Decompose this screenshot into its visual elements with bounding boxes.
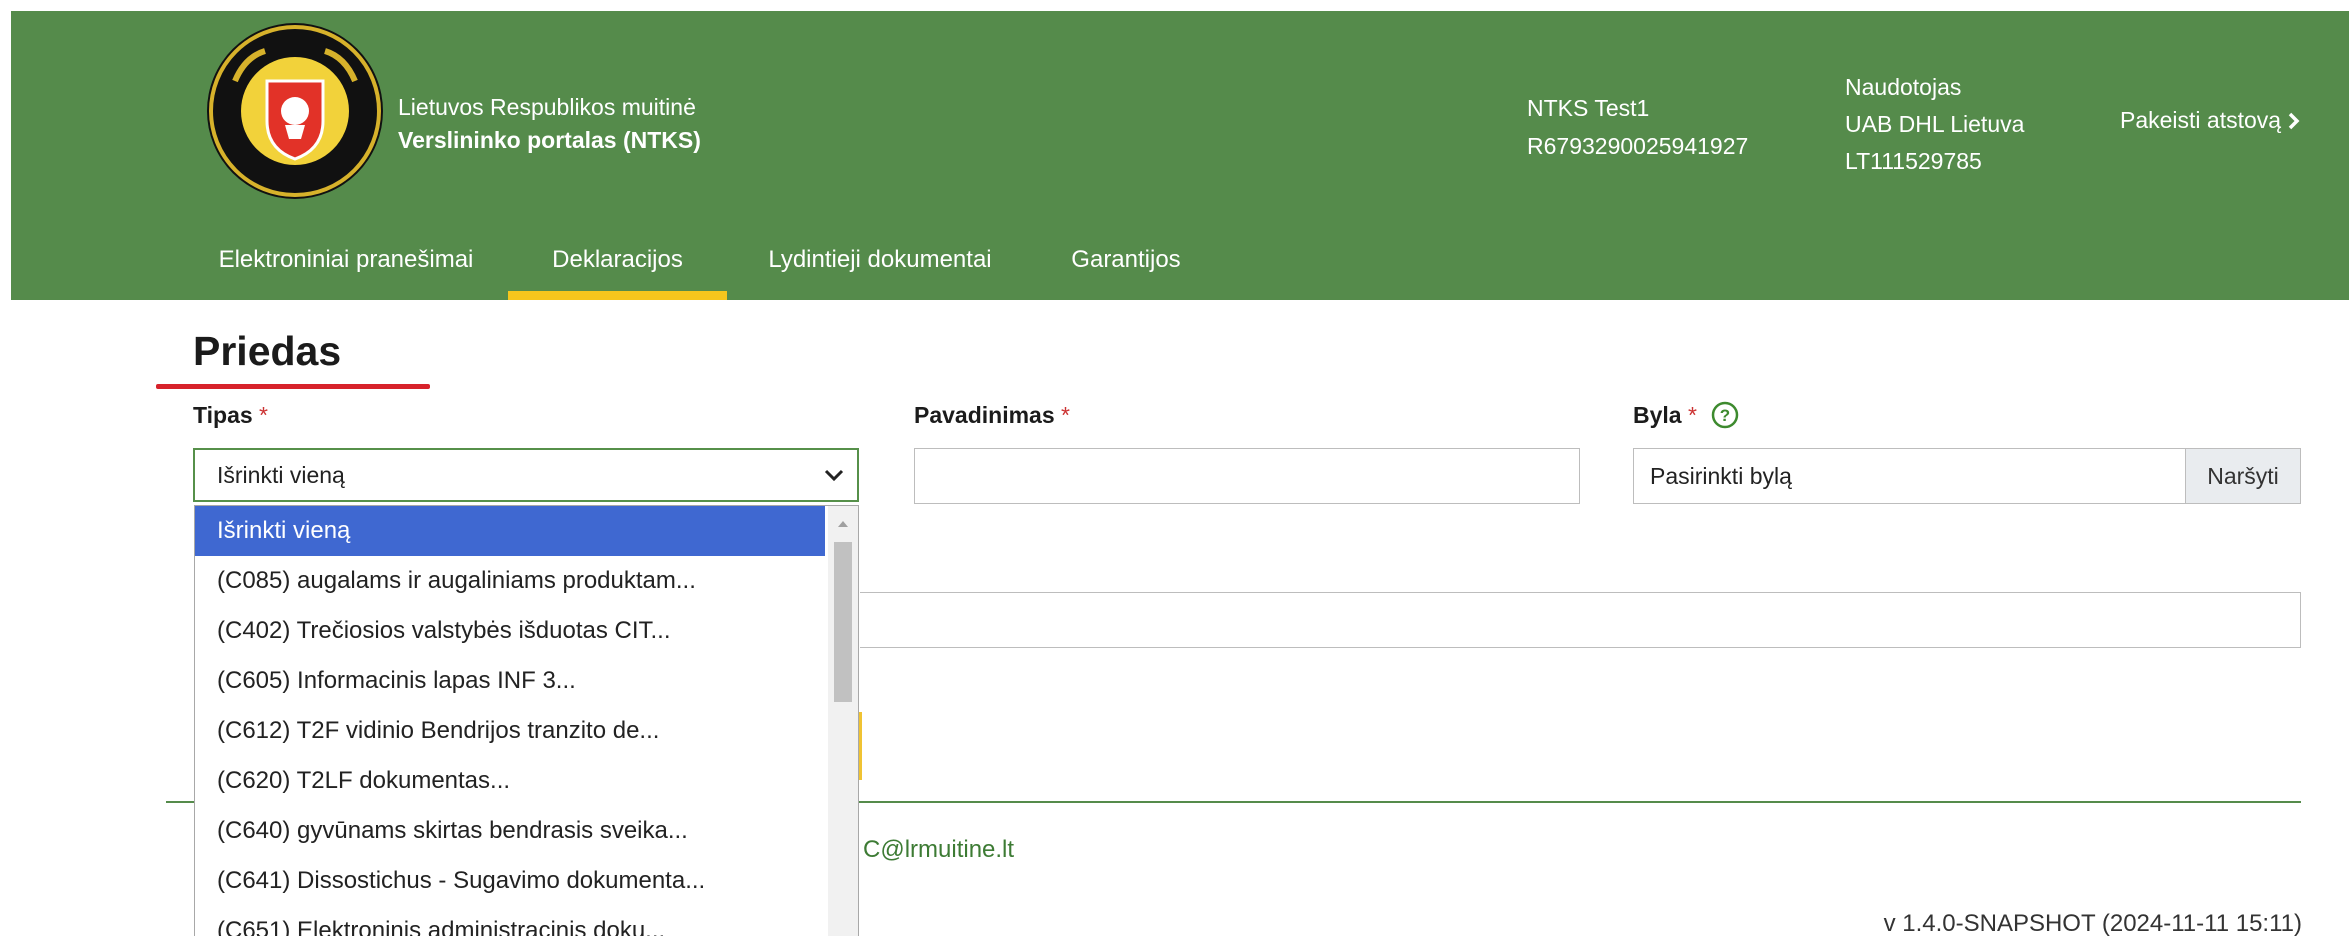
svg-text:?: ? <box>1720 406 1730 425</box>
file-label: Byla * ? <box>1633 401 1739 431</box>
file-input-placeholder: Pasirinkti bylą <box>1650 463 1792 489</box>
help-icon[interactable]: ? <box>1711 401 1739 429</box>
description-input[interactable] <box>860 592 2301 648</box>
file-input[interactable]: Pasirinkti bylą Naršyti <box>1633 448 2301 504</box>
user-code: LT111529785 <box>1845 148 1982 174</box>
browse-button[interactable]: Naršyti <box>2185 449 2300 503</box>
ntks-code: R6793290025941927 <box>1527 133 1749 159</box>
customs-logo[interactable] <box>205 21 385 201</box>
ntks-info: NTKS Test1 R6793290025941927 <box>1527 89 1748 165</box>
org-name: Lietuvos Respublikos muitinė <box>398 94 696 120</box>
dropdown-option[interactable]: (C641) Dissostichus - Sugavimo dokumenta… <box>195 856 825 906</box>
dropdown-option[interactable]: (C402) Trečiosios valstybės išduotas CIT… <box>195 606 825 656</box>
version-text: v 1.4.0-SNAPSHOT (2024-11-11 15:11) <box>1883 910 2302 936</box>
chevron-right-icon <box>2288 112 2300 129</box>
tab-garantijos[interactable]: Garantijos <box>1060 239 1192 300</box>
user-info: Naudotojas UAB DHL Lietuva LT111529785 <box>1845 69 2024 180</box>
chevron-down-icon <box>824 469 844 482</box>
file-label-text: Byla <box>1633 402 1682 428</box>
type-dropdown-list[interactable]: Išrinkti vieną (C085) augalams ir augali… <box>194 505 859 936</box>
scroll-up-arrow-icon[interactable] <box>837 520 849 528</box>
dropdown-option[interactable]: (C651) Elektroninis administracinis doku… <box>195 906 825 936</box>
scrollbar-thumb[interactable] <box>834 542 852 702</box>
portal-name: Verslininko portalas (NTKS) <box>398 127 701 153</box>
change-representative-link[interactable]: Pakeisti atstovą <box>2120 107 2301 134</box>
type-select[interactable]: Išrinkti vieną <box>193 448 859 502</box>
type-label: Tipas * <box>193 402 268 429</box>
required-mark: * <box>1061 402 1070 428</box>
header: Lietuvos Respublikos muitinė Verslininko… <box>11 11 2349 300</box>
name-input[interactable] <box>914 448 1580 504</box>
dropdown-option[interactable]: (C640) gyvūnams skirtas bendrasis sveika… <box>195 806 825 856</box>
dropdown-option[interactable]: (C605) Informacinis lapas INF 3... <box>195 656 825 706</box>
page-title: Priedas <box>193 328 342 374</box>
dropdown-option[interactable]: (C620) T2LF dokumentas... <box>195 756 825 806</box>
name-label-text: Pavadinimas <box>914 402 1055 428</box>
user-label: Naudotojas <box>1845 74 1962 100</box>
required-mark: * <box>259 402 268 428</box>
tab-lydintieji-dokumentai[interactable]: Lydintieji dokumentai <box>748 239 1012 300</box>
contact-email-link[interactable]: C@lrmuitine.lt <box>863 836 1014 864</box>
user-company: UAB DHL Lietuva <box>1845 111 2025 137</box>
tab-deklaracijos[interactable]: Deklaracijos <box>508 239 727 300</box>
type-label-text: Tipas <box>193 402 253 428</box>
page: Lietuvos Respublikos muitinė Verslininko… <box>0 0 2349 936</box>
dropdown-option[interactable]: (C612) T2F vidinio Bendrijos tranzito de… <box>195 706 825 756</box>
name-label: Pavadinimas * <box>914 402 1070 429</box>
required-mark: * <box>1687 402 1697 428</box>
tab-elektroniniai-pranesimai[interactable]: Elektroniniai pranešimai <box>201 239 491 300</box>
dropdown-option[interactable]: Išrinkti vieną <box>195 506 825 556</box>
dropdown-option[interactable]: (C085) augalams ir augaliniams produktam… <box>195 556 825 606</box>
dropdown-scrollbar[interactable] <box>828 506 858 936</box>
change-rep-label: Pakeisti atstovą <box>2120 107 2282 133</box>
org-title-block: Lietuvos Respublikos muitinė Verslininko… <box>398 91 701 157</box>
ntks-name: NTKS Test1 <box>1527 95 1650 121</box>
type-select-value: Išrinkti vieną <box>217 462 345 488</box>
main-nav: Elektroniniai pranešimai Deklaracijos Ly… <box>11 239 2349 300</box>
title-underline <box>156 384 430 389</box>
